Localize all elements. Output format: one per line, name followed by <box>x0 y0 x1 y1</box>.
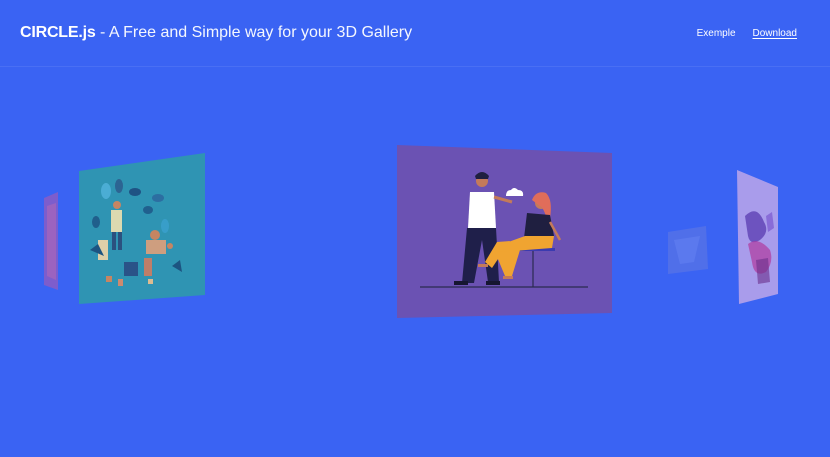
right-card[interactable] <box>737 170 778 304</box>
center-card[interactable] <box>397 145 612 318</box>
left-card[interactable] <box>79 153 205 304</box>
right-faint-card[interactable] <box>668 226 708 274</box>
gallery-page: CIRCLE.js - A Free and Simple way for yo… <box>0 0 830 457</box>
gallery-canvas <box>44 145 778 318</box>
far-left-image <box>47 203 56 280</box>
far-left-card[interactable] <box>44 192 58 290</box>
